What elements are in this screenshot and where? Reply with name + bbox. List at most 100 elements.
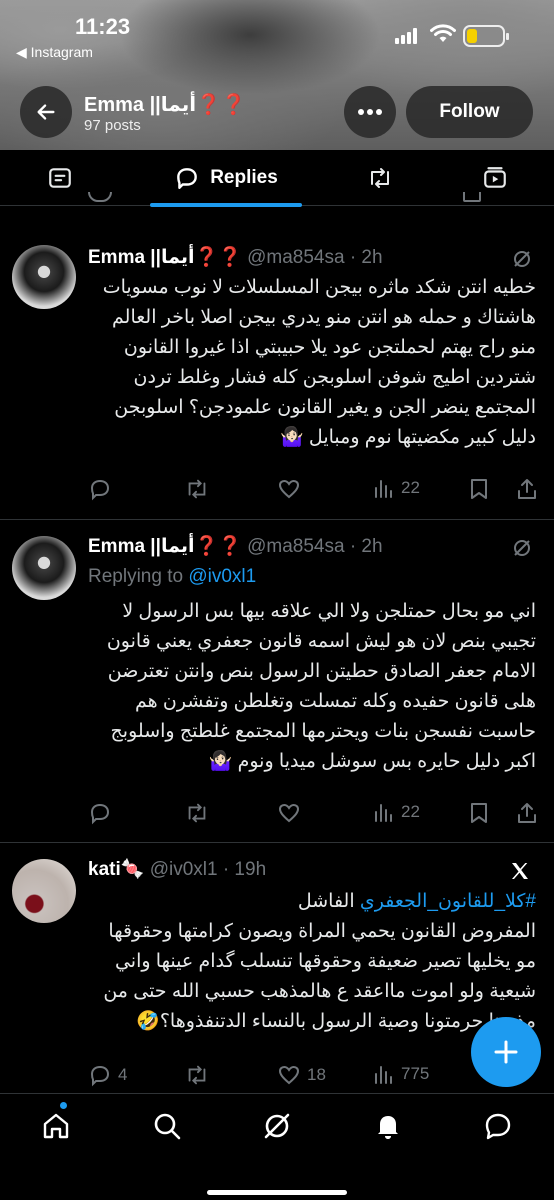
nav-messages[interactable]: [482, 1110, 514, 1142]
tweet-text: خطيه انتن شكد ماثره بيجن المسلسلات لا نو…: [102, 277, 536, 448]
tab-posts[interactable]: [30, 150, 90, 206]
nav-home[interactable]: [40, 1110, 72, 1142]
tweet-actions: 22: [88, 477, 538, 507]
grok-icon[interactable]: [512, 538, 532, 558]
tweet[interactable]: Emma ||أيما❓❓ @ma854sa · 2h خطيه انتن شك…: [0, 207, 554, 520]
profile-header: Emma ||أيما❓❓ 97 posts Follow: [0, 84, 554, 144]
search-icon: [154, 1113, 181, 1140]
follow-button[interactable]: Follow: [406, 86, 533, 138]
tweet-header: Emma ||أيما❓❓ @ma854sa · 2h: [88, 534, 383, 558]
views-count: 775: [401, 1064, 430, 1083]
views-button[interactable]: 775: [373, 1063, 429, 1085]
notifications-icon: [378, 1116, 398, 1139]
tweet-header: kati🍬 @iv0xl1 · 19h: [88, 857, 266, 881]
more-options-button[interactable]: [344, 86, 396, 138]
compose-button[interactable]: [471, 1017, 541, 1087]
tweet-text-line: الفاشل: [297, 891, 360, 912]
share-button[interactable]: [516, 477, 538, 501]
repost-button[interactable]: [184, 801, 210, 825]
reply-icon: [90, 803, 110, 825]
reply-count: 4: [118, 1065, 128, 1084]
reply-button[interactable]: 4: [88, 1063, 127, 1087]
posts-count: 97 posts: [84, 117, 141, 134]
bookmark-button[interactable]: [468, 477, 490, 501]
messages-icon: [485, 1113, 511, 1140]
author-handle-time: @ma854sa · 2h: [247, 536, 383, 557]
share-button[interactable]: [516, 801, 538, 825]
replies-icon: [177, 168, 198, 189]
tweet-text: اني مو بحال حمتلجن ولا الي علاقه بيها بس…: [106, 601, 536, 772]
grok-icon: [264, 1113, 290, 1139]
tab-replies-label: Replies: [210, 167, 278, 188]
share-icon: [518, 479, 536, 499]
replying-to: Replying to @iv0xl1: [88, 566, 256, 588]
repost-button[interactable]: [184, 477, 210, 501]
author-handle-time: @ma854sa · 2h: [247, 247, 383, 268]
like-button[interactable]: 18: [277, 1063, 326, 1087]
views-button[interactable]: 22: [373, 477, 420, 499]
views-icon: [375, 480, 392, 498]
tweet[interactable]: Emma ||أيما❓❓ @ma854sa · 2h Replying to …: [0, 520, 554, 843]
previous-tweet-actions: [88, 192, 538, 206]
like-button[interactable]: [277, 477, 301, 501]
like-button[interactable]: [277, 801, 301, 825]
repost-button[interactable]: [184, 1063, 210, 1087]
status-bar: 11:23 ◀ Instagram: [0, 0, 554, 70]
home-icon: [43, 1113, 69, 1139]
tweet-actions: 22: [88, 801, 538, 831]
tweet-header: Emma ||أيما❓❓ @ma854sa · 2h: [88, 245, 383, 269]
home-indicator: [207, 1190, 347, 1195]
avatar[interactable]: [12, 859, 76, 923]
x-logo-icon: [512, 863, 528, 879]
reply-button[interactable]: [88, 801, 112, 825]
arrow-left-icon: [37, 104, 55, 120]
cellular-signal-icon: [395, 28, 417, 44]
avatar[interactable]: [12, 536, 76, 600]
wifi-icon: [430, 24, 456, 42]
repost-icon: [188, 479, 206, 499]
tweet-text-rest: المفروض القانون يحمي المراة ويصون كرامته…: [103, 921, 536, 1032]
avatar[interactable]: [12, 245, 76, 309]
replying-prefix: Replying to: [88, 566, 184, 587]
more-icon: [358, 109, 382, 115]
repost-icon: [188, 1065, 206, 1085]
bookmark-icon: [471, 479, 487, 499]
views-icon: [375, 804, 392, 822]
reply-button[interactable]: [88, 477, 112, 501]
author-handle-time: @iv0xl1 · 19h: [149, 859, 267, 880]
nav-notifications[interactable]: [372, 1110, 404, 1142]
reply-icon: [90, 479, 110, 501]
nav-grok[interactable]: [261, 1110, 293, 1142]
heart-icon: [278, 1065, 300, 1085]
bookmark-button[interactable]: [468, 801, 490, 825]
views-count: 22: [401, 802, 420, 821]
notification-dot: [60, 1102, 67, 1109]
reposts-icon: [371, 168, 389, 188]
share-icon: [518, 803, 536, 823]
profile-name: Emma ||أيما❓❓: [84, 94, 246, 116]
nav-search[interactable]: [151, 1110, 183, 1142]
tweet-text: #كلا_للقانون_الجعفري الفاشل المفروض القا…: [88, 887, 536, 1037]
author-name[interactable]: Emma ||أيما❓❓: [88, 247, 242, 268]
replying-handle[interactable]: @iv0xl1: [188, 566, 256, 587]
views-count: 22: [401, 478, 420, 497]
views-button[interactable]: 22: [373, 801, 420, 823]
status-time: 11:23: [75, 14, 131, 39]
views-icon: [375, 1066, 392, 1084]
bookmark-icon: [471, 803, 487, 823]
plus-icon: [494, 1040, 518, 1064]
author-name[interactable]: Emma ||أيما❓❓: [88, 536, 242, 557]
battery-icon: [463, 25, 509, 47]
back-button[interactable]: [20, 86, 72, 138]
grok-icon[interactable]: [512, 249, 532, 269]
author-name[interactable]: kati🍬: [88, 859, 144, 880]
hashtag-link[interactable]: #كلا_للقانون_الجعفري: [360, 891, 536, 912]
posts-icon: [49, 168, 71, 188]
heart-icon: [278, 803, 300, 823]
back-to-instagram-link[interactable]: ◀ Instagram: [16, 44, 93, 61]
media-icon: [484, 167, 506, 188]
bottom-navigation: [0, 1093, 554, 1200]
like-count: 18: [307, 1065, 326, 1084]
repost-icon: [188, 803, 206, 823]
reply-icon: [90, 1065, 110, 1087]
